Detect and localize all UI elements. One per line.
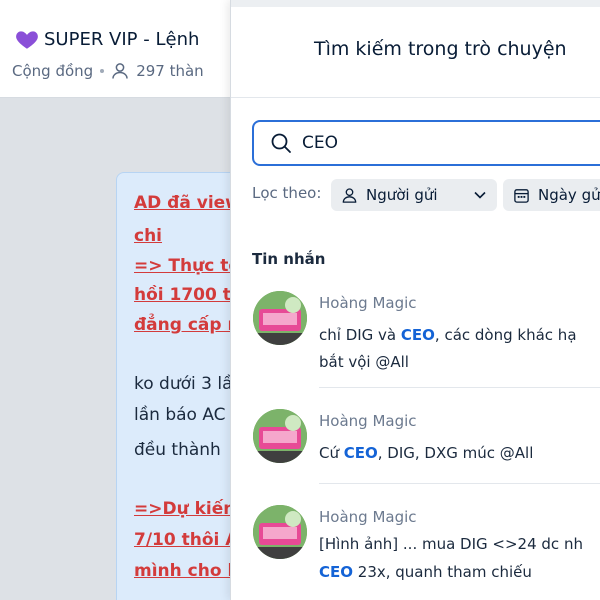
filter-date-label: Ngày gửi (538, 186, 600, 204)
result-sender: Hoàng Magic (319, 412, 417, 430)
bubble-line: mình cho h (134, 561, 240, 581)
result-line: [Hình ảnh] ... mua DIG <>24 dc nh (319, 535, 583, 553)
result-line: Cứ CEO, DIG, DXG múc @All (319, 444, 534, 462)
avatar (253, 505, 307, 559)
divider (231, 97, 600, 98)
search-input[interactable] (302, 131, 600, 155)
result-sender: Hoàng Magic (319, 508, 417, 526)
purple-heart-icon (16, 31, 38, 49)
chat-type-label: Cộng đồng (12, 62, 94, 80)
panel-top-strip (231, 0, 600, 7)
bubble-line: AD đã view (134, 193, 241, 213)
search-panel: Tìm kiếm trong trò chuyện Lọc theo: Ngườ… (230, 0, 600, 600)
avatar (253, 409, 307, 463)
result-separator (319, 483, 600, 484)
person-icon (342, 187, 357, 203)
chat-title-text: SUPER VIP - Lệnh (44, 28, 200, 50)
panel-title: Tìm kiếm trong trò chuyện (314, 38, 567, 60)
calendar-icon (514, 188, 529, 203)
filter-sender-dropdown[interactable]: Người gửi (331, 179, 497, 211)
bubble-line: đều thành (134, 440, 221, 460)
bubble-line: hồi 1700 ta (134, 285, 243, 305)
filter-label: Lọc theo: (252, 184, 322, 202)
bubble-line: lần báo AC (134, 405, 226, 425)
bubble-line: đẳng cấp n (134, 315, 240, 335)
result-line: chỉ DIG và CEO, các dòng khác hạ (319, 326, 577, 344)
result-line: CEO 23x, quanh tham chiếu (319, 563, 532, 581)
result-separator (319, 387, 600, 388)
search-result-item[interactable]: Hoàng Magic [Hình ảnh] ... mua DIG <>24 … (231, 505, 600, 600)
bubble-line: 7/10 thôi A (134, 530, 239, 550)
chat-subtitle: Cộng đồng 297 thàn (12, 62, 204, 80)
filter-date-dropdown[interactable]: Ngày gửi (503, 179, 600, 211)
section-title: Tin nhắn (252, 250, 326, 268)
chevron-down-icon (474, 191, 486, 199)
avatar (253, 291, 307, 345)
bubble-line: =>Dự kiến (134, 499, 236, 519)
result-sender: Hoàng Magic (319, 294, 417, 312)
bubble-line: chi (134, 226, 163, 246)
members-icon (112, 63, 128, 79)
chat-title[interactable]: SUPER VIP - Lệnh (14, 26, 199, 52)
separator-dot (100, 69, 105, 73)
result-line: bắt vội @All (319, 353, 409, 371)
filter-sender-label: Người gửi (366, 186, 438, 204)
search-box[interactable] (252, 120, 600, 166)
bubble-line: ko dưới 3 lầ (134, 374, 233, 394)
search-icon (271, 133, 291, 153)
bubble-line: => Thực tế (134, 256, 240, 276)
chat-members-count[interactable]: 297 thàn (136, 62, 204, 80)
search-result-item[interactable]: Hoàng Magic chỉ DIG và CEO, các dòng khá… (231, 291, 600, 409)
